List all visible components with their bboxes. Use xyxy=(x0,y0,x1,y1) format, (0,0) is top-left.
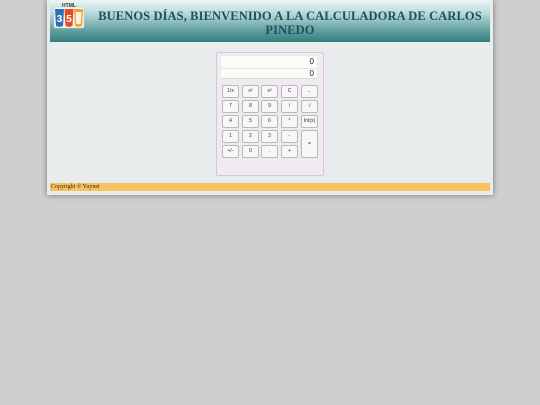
page-title: BUENOS DÍAS, BIENVENIDO A LA CALCULADORA… xyxy=(98,9,482,37)
key-7[interactable]: 7 xyxy=(222,100,239,113)
key-square[interactable]: x² xyxy=(242,85,259,98)
key-divide[interactable]: / xyxy=(281,100,298,113)
key-multiply[interactable]: * xyxy=(281,115,298,128)
key-clear[interactable]: C xyxy=(281,85,298,98)
key-subtract[interactable]: - xyxy=(281,130,298,143)
key-add[interactable]: + xyxy=(281,145,298,158)
logo-digit-3: 3 xyxy=(57,14,63,25)
key-decimal[interactable]: . xyxy=(261,145,278,158)
key-backspace[interactable]: ← xyxy=(301,85,318,98)
key-cube[interactable]: x³ xyxy=(261,85,278,98)
logo-text: HTML xyxy=(62,3,76,9)
key-integer[interactable]: Int(x) xyxy=(301,115,318,128)
page-container: HTML 3 5 BUENOS DÍAS, BIENVENIDO A LA CA… xyxy=(47,0,493,195)
display-result: 0 xyxy=(221,68,317,79)
key-5[interactable]: 5 xyxy=(242,115,259,128)
copyright-text: Copyright © Yuynet xyxy=(51,184,100,190)
key-reciprocal[interactable]: 1/x xyxy=(222,85,239,98)
key-3[interactable]: 3 xyxy=(261,130,278,143)
key-6[interactable]: 6 xyxy=(261,115,278,128)
key-1[interactable]: 1 xyxy=(222,130,239,143)
key-8[interactable]: 8 xyxy=(242,100,259,113)
key-sqrt[interactable]: √ xyxy=(301,100,318,113)
key-equals[interactable]: = xyxy=(301,130,318,158)
key-2[interactable]: 2 xyxy=(242,130,259,143)
logo-digit-5: 5 xyxy=(66,14,72,25)
key-0[interactable]: 0 xyxy=(242,145,259,158)
display-expression: 0 xyxy=(309,57,314,66)
calculator: 0 0 1/x x² x³ C ← 7 8 9 / √ 4 5 6 * Int(… xyxy=(216,52,324,176)
page-header: HTML 3 5 BUENOS DÍAS, BIENVENIDO A LA CA… xyxy=(50,0,490,42)
key-9[interactable]: 9 xyxy=(261,100,278,113)
key-negate[interactable]: +/- xyxy=(222,145,239,158)
calculator-display: 0 0 xyxy=(221,56,317,79)
html5-logo: HTML 3 5 xyxy=(53,3,85,29)
page-footer: Copyright © Yuynet xyxy=(50,183,490,191)
key-4[interactable]: 4 xyxy=(222,115,239,128)
